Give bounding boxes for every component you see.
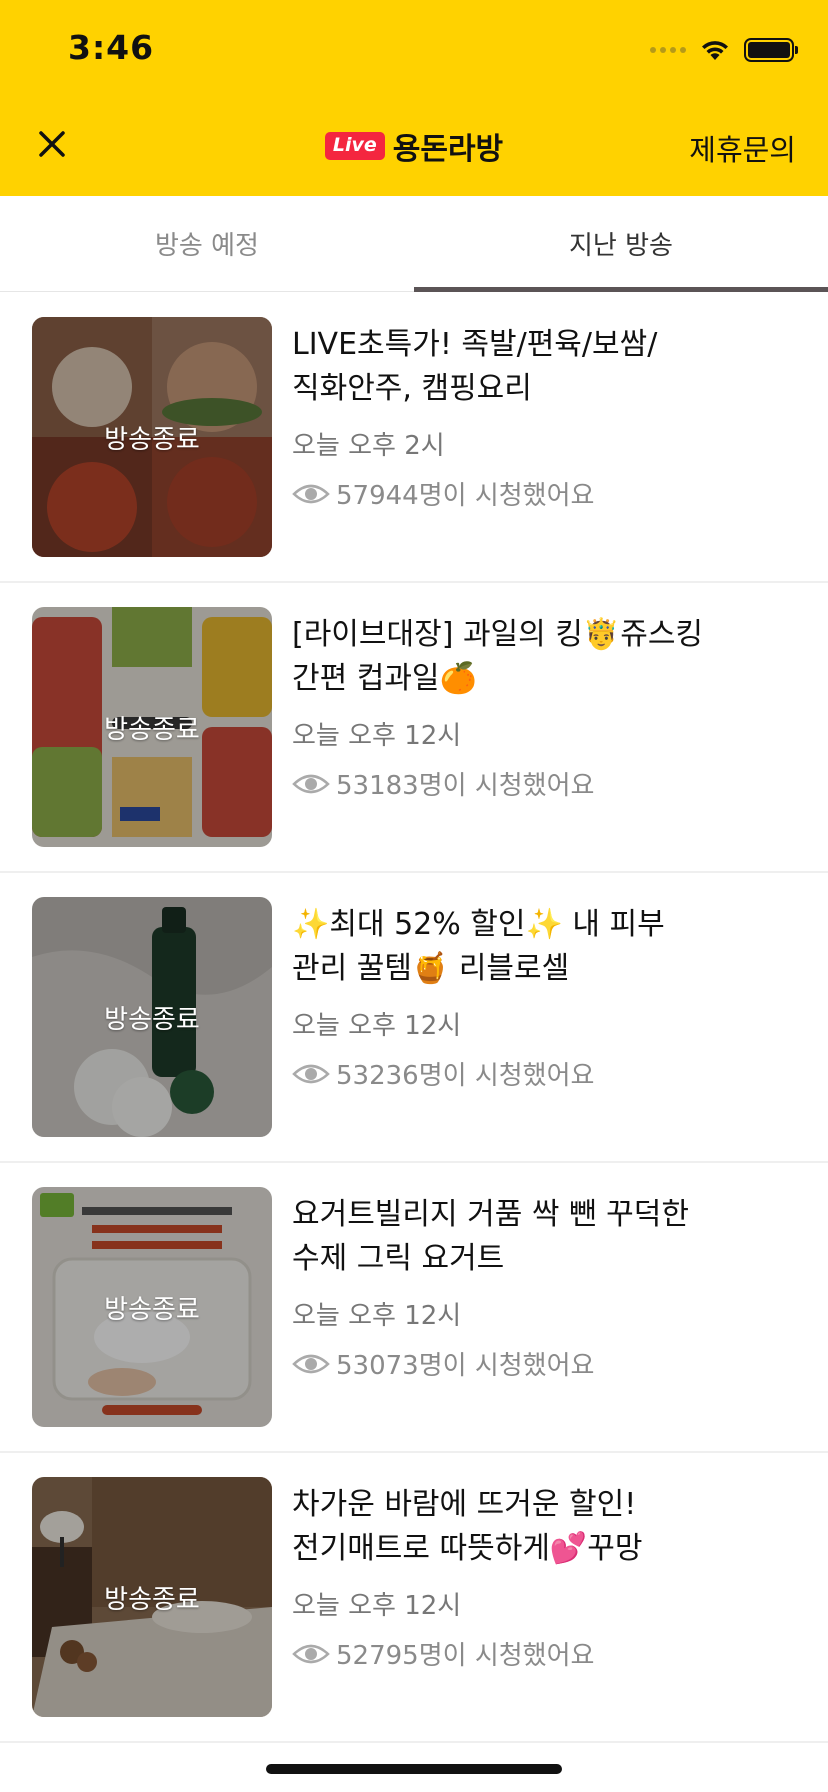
broadcast-ended-label: 방송종료 xyxy=(104,714,200,745)
broadcast-tabs: 방송 예정 지난 방송 xyxy=(0,196,828,292)
broadcast-title: 차가운 바람에 뜨거운 할인! 전기매트로 따뜻하게💕꾸망 xyxy=(292,1487,643,1566)
broadcast-thumbnail: 방송종료 xyxy=(32,897,272,1137)
home-indicator[interactable] xyxy=(266,1764,562,1774)
eye-icon xyxy=(292,1354,330,1373)
eye-icon xyxy=(292,1644,330,1663)
broadcast-time: 오늘 오후 12시 xyxy=(292,1301,462,1331)
view-count: 52795명이 시청했어요 xyxy=(292,1635,594,1672)
eye-icon xyxy=(292,774,330,793)
channel-name: 용돈라방 xyxy=(392,132,504,167)
broadcast-title: ✨최대 52% 할인✨ 내 피부 관리 꿀템🍯 리블로셀 xyxy=(292,907,665,986)
broadcast-thumbnail: 방송종료 xyxy=(32,1187,272,1427)
view-count-text: 52795명이 시청했어요 xyxy=(336,1641,595,1671)
broadcast-ended-label: 방송종료 xyxy=(104,1584,200,1615)
list-item[interactable]: 방송종료 차가운 바람에 뜨거운 할인! 전기매트로 따뜻하게💕꾸망 오늘 오후… xyxy=(0,1453,828,1743)
status-indicators xyxy=(650,38,798,62)
broadcast-list: 방송종료 LIVE초특가! 족발/편육/보쌈/직화안주, 캠핑요리 오늘 오후 … xyxy=(0,293,828,1743)
broadcast-thumbnail: 방송종료 xyxy=(32,1477,272,1717)
view-count-text: 57944명이 시청했어요 xyxy=(336,481,595,511)
broadcast-title: [라이브대장] 과일의 킹🤴쥬스킹 간편 컵과일🍊 xyxy=(292,617,704,696)
top-bar: 3:46 Live 용돈라방 제휴문의 xyxy=(0,0,828,196)
broadcast-ended-label: 방송종료 xyxy=(104,1294,200,1325)
eye-icon xyxy=(292,1064,330,1083)
broadcast-time: 오늘 오후 12시 xyxy=(292,1591,462,1621)
partner-inquiry-link[interactable]: 제휴문의 xyxy=(689,127,796,169)
broadcast-time: 오늘 오후 12시 xyxy=(292,721,462,751)
broadcast-time: 오늘 오후 2시 xyxy=(292,431,445,461)
broadcast-thumbnail: 방송종료 xyxy=(32,607,272,847)
broadcast-time: 오늘 오후 12시 xyxy=(292,1011,462,1041)
cellular-signal-icon xyxy=(650,47,686,53)
view-count: 53183명이 시청했어요 xyxy=(292,765,594,802)
status-time: 3:46 xyxy=(68,28,155,67)
tab-upcoming[interactable]: 방송 예정 xyxy=(0,196,414,291)
view-count-text: 53183명이 시청했어요 xyxy=(336,771,595,801)
list-item[interactable]: 방송종료 [라이브대장] 과일의 킹🤴쥬스킹 간편 컵과일🍊 오늘 오후 12시… xyxy=(0,583,828,873)
view-count: 57944명이 시청했어요 xyxy=(292,475,594,512)
live-badge: Live xyxy=(324,132,385,160)
eye-icon xyxy=(292,484,330,503)
view-count-text: 53236명이 시청했어요 xyxy=(336,1061,595,1091)
list-item[interactable]: 방송종료 ✨최대 52% 할인✨ 내 피부 관리 꿀템🍯 리블로셀 오늘 오후 … xyxy=(0,873,828,1163)
view-count-text: 53073명이 시청했어요 xyxy=(336,1351,595,1381)
wifi-icon xyxy=(702,41,728,60)
broadcast-title: LIVE초특가! 족발/편육/보쌈/직화안주, 캠핑요리 xyxy=(292,327,658,406)
view-count: 53236명이 시청했어요 xyxy=(292,1055,594,1092)
broadcast-title: 요거트빌리지 거품 싹 뺀 꾸덕한 수제 그릭 요거트 xyxy=(292,1197,689,1276)
view-count: 53073명이 시청했어요 xyxy=(292,1345,594,1382)
broadcast-ended-label: 방송종료 xyxy=(104,1004,200,1035)
battery-icon xyxy=(744,38,798,62)
tab-past[interactable]: 지난 방송 xyxy=(414,196,828,292)
list-item[interactable]: 방송종료 요거트빌리지 거품 싹 뺀 꾸덕한 수제 그릭 요거트 오늘 오후 1… xyxy=(0,1163,828,1453)
broadcast-thumbnail: 방송종료 xyxy=(32,317,272,557)
broadcast-ended-label: 방송종료 xyxy=(104,424,200,455)
list-item[interactable]: 방송종료 LIVE초특가! 족발/편육/보쌈/직화안주, 캠핑요리 오늘 오후 … xyxy=(0,293,828,583)
